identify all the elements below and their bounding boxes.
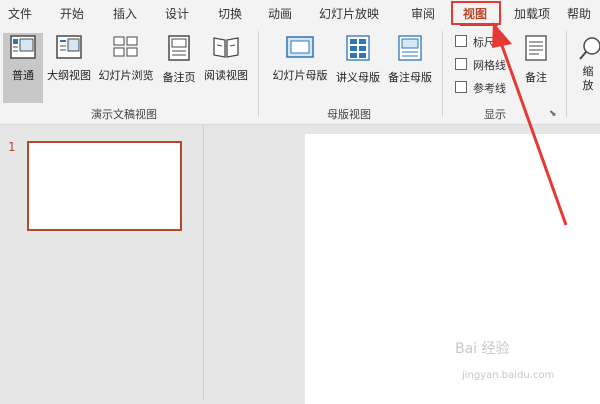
annotation-arrow: [492, 22, 568, 226]
